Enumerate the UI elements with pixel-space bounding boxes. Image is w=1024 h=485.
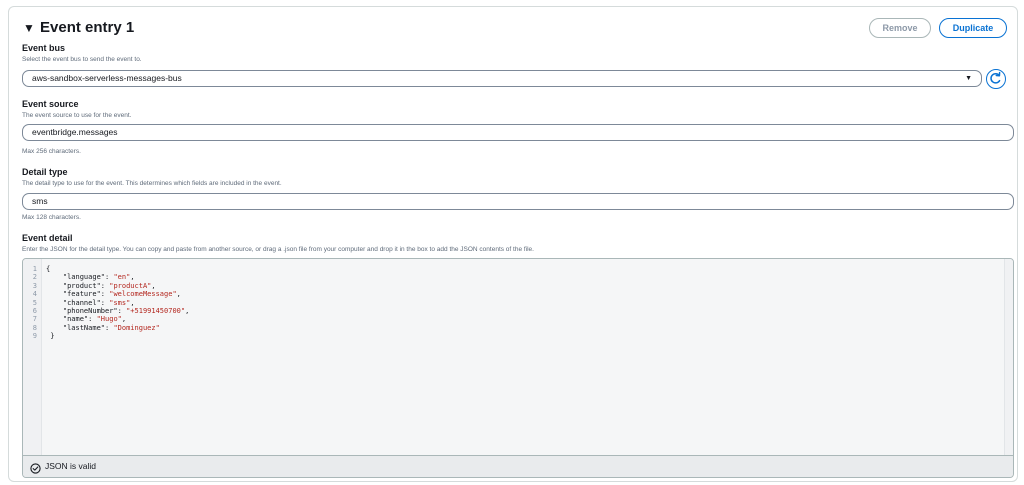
detail-type-description: The detail type to use for the event. Th… [22, 180, 282, 187]
code-line: 8 "lastName": "Dominguez" [23, 324, 1013, 332]
caret-down-icon: ▼ [965, 75, 972, 82]
detail-type-label: Detail type [22, 167, 68, 177]
detail-type-value: sms [32, 196, 48, 206]
line-number: 5 [32, 298, 37, 307]
json-key: "name" [62, 315, 89, 324]
json-code-editor[interactable]: 1 { 2 "language": "en", 3 "product": "pr… [22, 258, 1014, 478]
line-number: 1 [32, 265, 37, 273]
json-value: "en" [113, 273, 131, 282]
line-number: 8 [32, 323, 37, 332]
event-source-description: The event source to use for the event. [22, 112, 132, 119]
code-text: "product": "productA", [62, 281, 156, 290]
code-text: "channel": "sms", [62, 298, 135, 307]
event-bus-select[interactable]: aws-sandbox-serverless-messages-bus ▼ [22, 70, 982, 87]
json-value: "productA" [109, 281, 152, 290]
detail-type-input[interactable]: sms [22, 193, 1014, 210]
remove-button[interactable]: Remove [869, 18, 931, 38]
line-number: 7 [32, 315, 37, 324]
event-source-input[interactable]: eventbridge.messages [22, 124, 1014, 141]
code-line: 4 "feature": "welcomeMessage", [23, 290, 1013, 298]
detail-type-hint: Max 128 characters. [22, 214, 81, 221]
event-source-label: Event source [22, 99, 79, 109]
code-line: 9 } [23, 332, 1013, 340]
code-line: 2 "language": "en", [23, 273, 1013, 281]
json-key: "lastName" [62, 323, 106, 332]
line-number: 9 [32, 332, 37, 341]
event-bus-description: Select the event bus to send the event t… [22, 56, 142, 63]
code-line: 3 "product": "productA", [23, 282, 1013, 290]
json-key: "feature" [62, 290, 101, 299]
line-number: 6 [32, 306, 37, 315]
code-text: "language": "en", [62, 273, 135, 282]
event-entry-title: Event entry 1 [40, 19, 135, 36]
code-line: 1 { [23, 265, 1013, 273]
event-source-hint: Max 256 characters. [22, 148, 81, 155]
json-brace: } [50, 332, 55, 341]
line-number: 4 [32, 290, 37, 299]
check-circle-icon [30, 461, 41, 477]
json-validation-status: JSON is valid [23, 455, 1013, 477]
code-text: { [46, 265, 50, 273]
json-value: "Hugo" [96, 315, 122, 324]
code-text: "phoneNumber": "+51991450700", [62, 306, 190, 315]
event-entry-header[interactable]: ▼ Event entry 1 Remove Duplicate [23, 17, 1007, 41]
json-value: "sms" [109, 298, 131, 307]
code-line: 6 "phoneNumber": "+51991450700", [23, 307, 1013, 315]
event-detail-description: Enter the JSON for the detail type. You … [22, 246, 534, 253]
code-text: "feature": "welcomeMessage", [62, 290, 181, 299]
code-text: } [46, 332, 54, 340]
json-key: "language" [62, 273, 106, 282]
event-detail-label: Event detail [22, 233, 73, 243]
json-key: "phoneNumber" [62, 306, 118, 315]
collapse-caret-icon[interactable]: ▼ [23, 18, 35, 38]
line-number: 2 [32, 273, 37, 282]
event-source-value: eventbridge.messages [32, 127, 118, 137]
code-lines[interactable]: 1 { 2 "language": "en", 3 "product": "pr… [23, 265, 1013, 341]
code-line: 7 "name": "Hugo", [23, 315, 1013, 323]
event-bus-value: aws-sandbox-serverless-messages-bus [32, 73, 182, 83]
code-line: 5 "channel": "sms", [23, 299, 1013, 307]
duplicate-button[interactable]: Duplicate [939, 18, 1007, 38]
json-key: "channel" [62, 298, 101, 307]
line-number: 3 [32, 281, 37, 290]
json-value: "welcomeMessage" [109, 290, 177, 299]
json-valid-text: JSON is valid [45, 461, 97, 471]
code-text: "lastName": "Dominguez" [62, 323, 160, 332]
code-text: "name": "Hugo", [62, 315, 127, 324]
json-key: "product" [62, 281, 101, 290]
json-value: "Dominguez" [113, 323, 160, 332]
refresh-icon[interactable] [986, 69, 1006, 89]
json-value: "+51991450700" [126, 306, 186, 315]
json-brace: { [46, 265, 51, 273]
event-bus-label: Event bus [22, 43, 66, 53]
